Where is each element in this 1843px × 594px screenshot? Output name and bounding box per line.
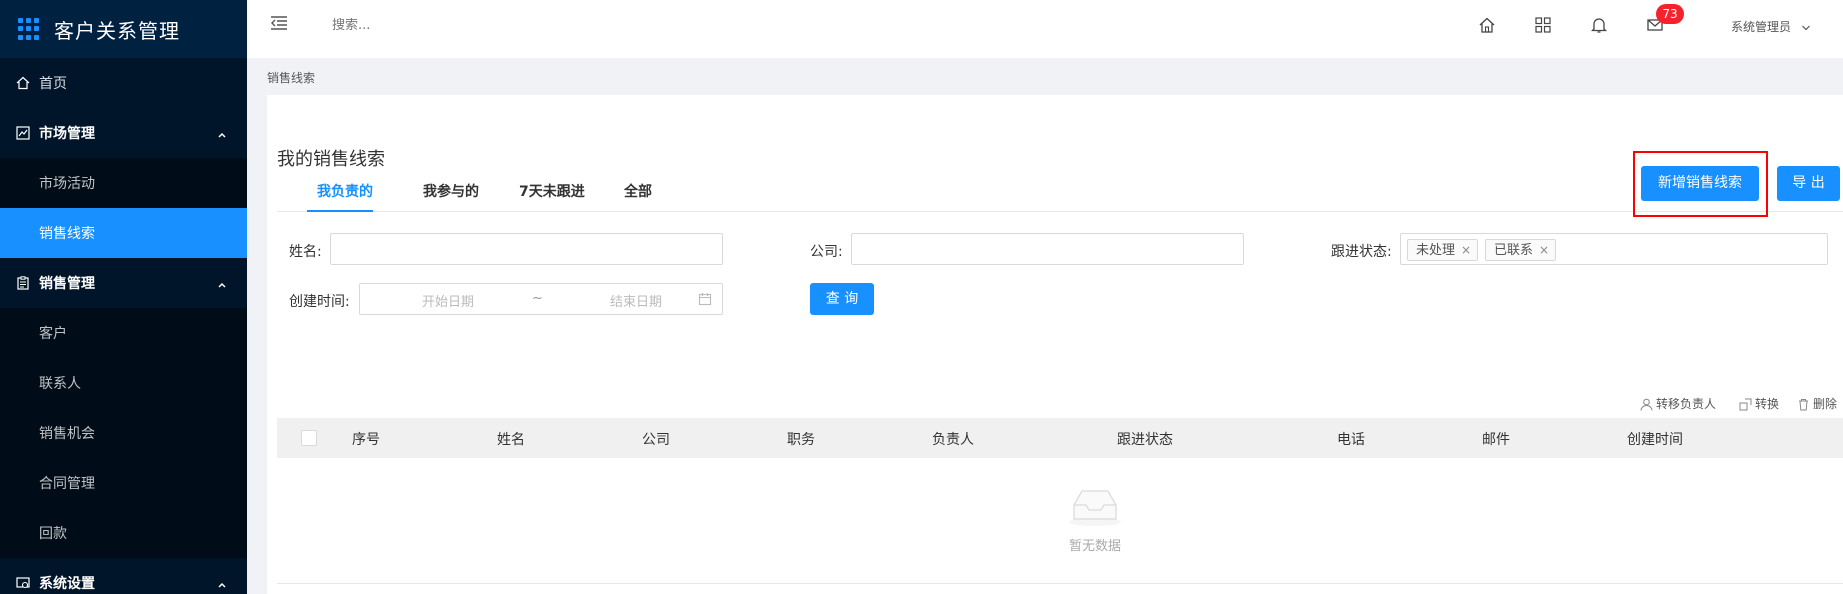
app-title: 客户关系管理	[54, 18, 180, 43]
table-bottom-divider	[277, 583, 1843, 584]
sidebar-item-sales-leads[interactable]: 销售线索	[0, 208, 247, 258]
sidebar-item-label: 首页	[39, 76, 67, 92]
sidebar: 客户关系管理 首页 市场管理 市场活动 销售线索 销售管理 客户 联系人 销售机…	[0, 0, 247, 594]
user-icon	[1640, 398, 1653, 411]
status-tag-label: 未处理	[1416, 243, 1456, 258]
date-range-picker[interactable]: 开始日期 ~ 结束日期	[359, 283, 723, 315]
table-header: 序号 姓名 公司 职务 负责人 跟进状态 电话 邮件 创建时间	[277, 418, 1843, 458]
column-header[interactable]: 负责人	[932, 429, 974, 449]
sidebar-item-label: 联系人	[39, 376, 81, 392]
close-icon[interactable]: ×	[1539, 243, 1549, 257]
column-header[interactable]: 跟进状态	[1117, 429, 1173, 449]
user-menu[interactable]: 系统管理员	[1731, 18, 1811, 35]
sidebar-item-market-activity[interactable]: 市场活动	[0, 158, 247, 208]
sidebar-item-label: 市场活动	[39, 176, 95, 192]
close-icon[interactable]: ×	[1461, 243, 1471, 257]
column-header[interactable]: 电话	[1337, 429, 1365, 449]
action-label: 转换	[1755, 397, 1780, 411]
sidebar-item-label: 客户	[39, 326, 67, 342]
clipboard-icon	[15, 275, 31, 291]
delete-action[interactable]: 删除	[1797, 395, 1837, 412]
column-header[interactable]: 姓名	[497, 429, 525, 449]
sidebar-item-settings[interactable]: 系统设置	[0, 558, 247, 594]
page-title: 我的销售线索	[277, 149, 385, 170]
sidebar-item-label: 销售管理	[39, 276, 95, 292]
app-logo[interactable]: 客户关系管理	[0, 0, 247, 58]
sidebar-item-contacts[interactable]: 联系人	[0, 358, 247, 408]
name-input[interactable]	[330, 233, 723, 265]
chevron-up-icon	[217, 578, 227, 594]
message-count-badge: 73	[1656, 4, 1684, 24]
tab-active-indicator	[307, 210, 373, 212]
chevron-up-icon	[217, 278, 227, 294]
home-icon	[15, 75, 31, 91]
home-icon[interactable]	[1478, 16, 1496, 38]
tab-bar: 我负责的 我参与的 7天未跟进 全部	[277, 182, 1843, 212]
status-tag: 已联系 ×	[1485, 239, 1557, 261]
sidebar-item-sales[interactable]: 销售管理	[0, 258, 247, 308]
name-label: 姓名:	[289, 244, 322, 260]
empty-inbox-icon	[1069, 490, 1121, 526]
sidebar-item-label: 销售机会	[39, 426, 95, 442]
bell-icon[interactable]	[1590, 16, 1608, 38]
chart-icon	[15, 125, 31, 141]
tab-not-followed-7days[interactable]: 7天未跟进	[519, 182, 585, 212]
sidebar-item-contracts[interactable]: 合同管理	[0, 458, 247, 508]
sidebar-item-payments[interactable]: 回款	[0, 508, 247, 558]
column-header[interactable]: 公司	[642, 429, 670, 449]
submenu-sales: 客户 联系人 销售机会 合同管理 回款	[0, 308, 247, 558]
column-header[interactable]: 邮件	[1482, 429, 1510, 449]
end-date-placeholder: 结束日期	[610, 295, 663, 310]
chevron-down-icon	[1801, 21, 1811, 35]
action-label: 删除	[1813, 397, 1838, 411]
tab-all[interactable]: 全部	[624, 182, 652, 212]
range-separator: ~	[532, 291, 543, 306]
column-header[interactable]: 职务	[787, 429, 815, 449]
sidebar-item-opportunities[interactable]: 销售机会	[0, 408, 247, 458]
empty-text: 暂无数据	[1068, 539, 1121, 554]
company-input[interactable]	[851, 233, 1244, 265]
query-button[interactable]: 查 询	[810, 283, 874, 315]
tab-participating[interactable]: 我参与的	[423, 182, 479, 212]
company-label: 公司:	[810, 244, 843, 260]
tab-mine[interactable]: 我负责的	[317, 182, 373, 212]
apps-grid-icon[interactable]	[1534, 16, 1552, 38]
sidebar-item-label: 合同管理	[39, 476, 95, 492]
trash-icon	[1799, 399, 1808, 411]
action-label: 转移负责人	[1656, 397, 1717, 411]
sidebar-item-label: 销售线索	[39, 226, 95, 242]
status-select[interactable]: 未处理 × 已联系 ×	[1400, 233, 1828, 265]
chevron-up-icon	[217, 128, 227, 144]
add-sales-lead-button[interactable]: 新增销售线索	[1641, 166, 1759, 201]
convert-action[interactable]: 转换	[1739, 395, 1779, 412]
grid-logo-icon	[18, 18, 40, 40]
sidebar-item-market[interactable]: 市场管理	[0, 108, 247, 158]
sidebar-item-label: 市场管理	[39, 126, 95, 142]
sidebar-item-home[interactable]: 首页	[0, 58, 247, 108]
select-all-checkbox[interactable]	[301, 430, 317, 446]
export-button[interactable]: 导 出	[1777, 166, 1840, 201]
status-tag: 未处理 ×	[1407, 239, 1479, 261]
calendar-icon	[698, 292, 712, 310]
menu-fold-icon[interactable]	[270, 15, 288, 35]
submenu-market: 市场活动 销售线索	[0, 158, 247, 258]
username: 系统管理员	[1731, 20, 1792, 34]
sidebar-item-customers[interactable]: 客户	[0, 308, 247, 358]
settings-icon	[15, 575, 31, 591]
transfer-owner-action[interactable]: 转移负责人	[1640, 395, 1716, 412]
convert-icon	[1739, 398, 1752, 411]
status-tag-label: 已联系	[1494, 243, 1534, 258]
column-header[interactable]: 创建时间	[1627, 429, 1683, 449]
search-input[interactable]	[332, 18, 532, 33]
sidebar-item-label: 回款	[39, 526, 67, 542]
breadcrumb[interactable]: 销售线索	[267, 69, 315, 86]
empty-state: 暂无数据	[1027, 485, 1163, 554]
column-header[interactable]: 序号	[352, 429, 380, 449]
created-time-label: 创建时间:	[289, 294, 350, 310]
content-panel: 我的销售线索 我负责的 我参与的 7天未跟进 全部 新增销售线索 导 出 姓名:…	[267, 95, 1843, 594]
status-label: 跟进状态:	[1331, 244, 1392, 260]
top-header: 73 系统管理员	[247, 0, 1843, 58]
start-date-placeholder: 开始日期	[422, 295, 475, 310]
sidebar-item-label: 系统设置	[39, 576, 95, 592]
